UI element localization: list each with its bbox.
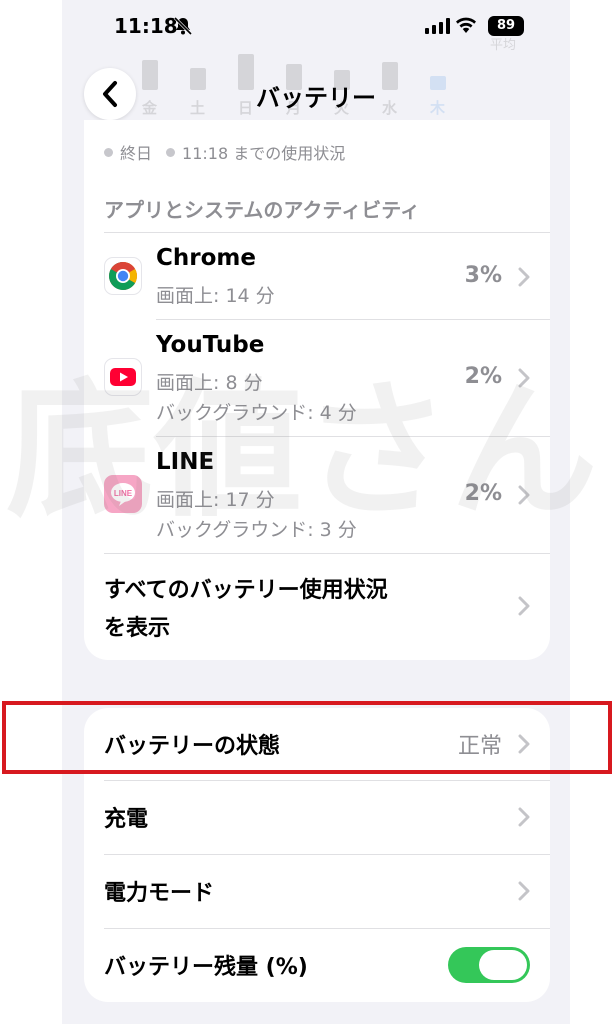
section-header-activity: アプリとシステムのアクティビティ [104, 198, 420, 222]
legend-all-day: 終日 [120, 144, 153, 163]
app-row-chrome[interactable]: Chrome 画面上: 14 分 3% [84, 233, 550, 319]
app-name: YouTube [156, 332, 265, 358]
battery-settings-card: バッテリーの状態 正常 充電 電力モード バッテリー残量 (%) [84, 708, 550, 1002]
app-screen-time: 画面上: 14 分 [156, 285, 275, 307]
chevron-right-icon [518, 881, 530, 901]
bg-average-badge: 平均 [490, 38, 517, 53]
legend-usage-until: 11:18 までの使用状況 [182, 144, 346, 163]
bell-slash-icon [173, 17, 193, 35]
wifi-icon [456, 17, 476, 33]
power-mode-row[interactable]: 電力モード [84, 855, 550, 927]
battery-health-label: バッテリーの状態 [104, 734, 281, 759]
charging-label: 充電 [104, 807, 149, 832]
status-time: 11:18 [114, 14, 178, 38]
power-mode-label: 電力モード [104, 881, 215, 906]
app-activity-card: 終日 11:18 までの使用状況 アプリとシステムのアクティビティ Chrome [84, 120, 550, 660]
battery-percentage-row: バッテリー残量 (%) [84, 929, 550, 1001]
app-usage-percent: 2% [464, 481, 502, 506]
youtube-app-icon [104, 358, 142, 396]
battery-percentage-label: バッテリー残量 (%) [104, 955, 308, 980]
legend-dot [104, 147, 113, 157]
battery-percentage-toggle[interactable] [448, 947, 530, 983]
app-background-time: バックグラウンド: 3 分 [156, 519, 357, 541]
line-app-icon: LINE [104, 475, 142, 513]
toggle-knob [479, 950, 527, 980]
app-row-line[interactable]: LINE LINE 画面上: 17 分 バックグラウンド: 3 分 2% [84, 437, 550, 553]
app-name: Chrome [156, 245, 256, 271]
app-name: LINE [156, 449, 215, 475]
chevron-right-icon [518, 368, 530, 388]
show-all-usage-line1: すべてのバッテリー使用状況 [104, 578, 388, 603]
page-title: バッテリー [256, 84, 376, 112]
chevron-right-icon [518, 596, 530, 616]
chevron-right-icon [518, 807, 530, 827]
app-row-youtube[interactable]: YouTube 画面上: 8 分 バックグラウンド: 4 分 2% [84, 320, 550, 436]
show-all-usage-label: すべてのバッテリー使用状況 を表示 [104, 572, 464, 648]
show-all-usage-line2: を表示 [104, 616, 171, 641]
phone-screen: 金 土 日 月 火 水 木 平均 11:18 89 バッテリー 終日 11:18… [62, 0, 570, 1024]
chart-legend: 終日 11:18 までの使用状況 [104, 140, 345, 164]
cellular-signal-icon [425, 18, 450, 34]
battery-level-indicator: 89 [488, 16, 524, 36]
chevron-right-icon [518, 485, 530, 505]
app-background-time: バックグラウンド: 4 分 [156, 402, 357, 424]
chevron-right-icon [518, 267, 530, 287]
app-screen-time: 画面上: 17 分 [156, 489, 275, 511]
charging-row[interactable]: 充電 [84, 781, 550, 853]
battery-health-value: 正常 [457, 734, 502, 759]
app-usage-percent: 3% [464, 263, 502, 288]
app-usage-percent: 2% [464, 364, 502, 389]
chrome-app-icon [104, 257, 142, 295]
legend-dot [166, 147, 176, 157]
line-icon-label: LINE [114, 489, 133, 498]
app-screen-time: 画面上: 8 分 [156, 372, 263, 394]
chevron-right-icon [518, 734, 530, 754]
battery-health-row[interactable]: バッテリーの状態 正常 [84, 708, 550, 780]
